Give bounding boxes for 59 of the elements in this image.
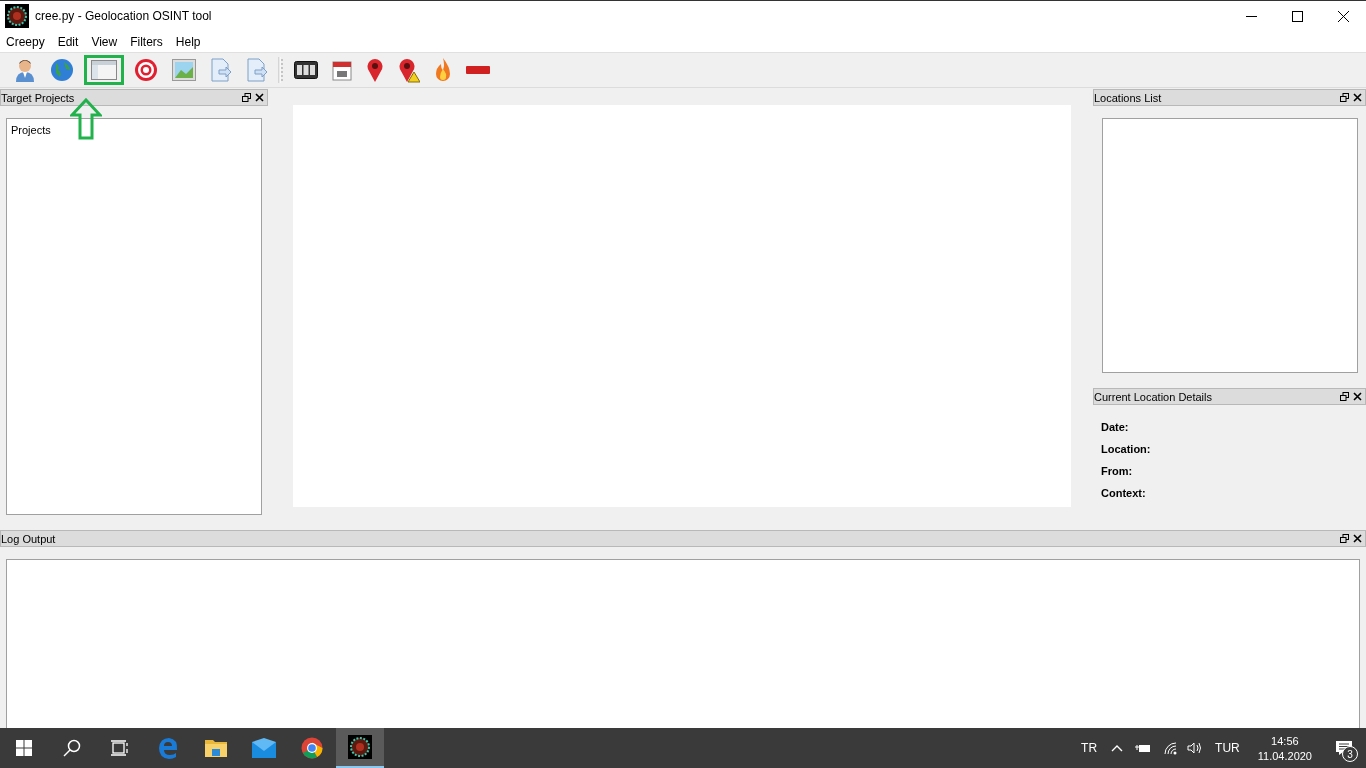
float-icon[interactable] <box>1340 534 1349 543</box>
chrome-icon <box>301 737 323 759</box>
minimize-icon <box>1245 15 1257 17</box>
float-icon[interactable] <box>242 93 251 102</box>
map-pin-warning-icon <box>398 57 420 83</box>
close-icon[interactable] <box>1353 534 1362 543</box>
folder-icon <box>204 738 228 758</box>
close-icon[interactable] <box>1353 392 1362 401</box>
detail-label: Date: <box>1101 421 1130 433</box>
document-arrow-icon <box>246 58 268 82</box>
app-logo-icon <box>5 4 29 28</box>
volume-icon[interactable] <box>1187 741 1204 755</box>
menu-item[interactable]: Filters <box>124 34 170 49</box>
document-arrow-icon <box>210 58 232 82</box>
float-icon[interactable] <box>1340 93 1349 102</box>
menu-item[interactable]: Creepy <box>0 34 52 49</box>
dock-title: Locations List <box>1094 91 1163 104</box>
battery-icon[interactable] <box>1135 743 1152 753</box>
menu-item[interactable]: Help <box>169 34 208 49</box>
tree-item[interactable]: Projects <box>7 119 55 141</box>
wifi-icon[interactable] <box>1163 741 1178 755</box>
dock-title: Log Output <box>1 532 57 545</box>
clock[interactable]: 14:56 11.04.2020 <box>1247 734 1322 762</box>
close-icon <box>1337 10 1349 22</box>
remove-icon <box>466 66 490 74</box>
calendar-icon <box>332 59 352 81</box>
dock-title: Target Projects <box>1 91 76 104</box>
browser-e-icon <box>157 737 179 759</box>
window-icon <box>91 60 117 80</box>
close-icon[interactable] <box>1353 93 1362 102</box>
caret-up-icon[interactable] <box>1111 744 1124 752</box>
person-icon <box>14 58 36 82</box>
windows-logo-icon <box>16 740 32 756</box>
window-title: cree.py - Geolocation OSINT tool <box>35 9 212 23</box>
target-icon <box>134 58 158 82</box>
highlighted-toolbar-button[interactable] <box>84 55 124 85</box>
toolbar-separator <box>278 57 284 83</box>
counter-icon <box>294 61 318 79</box>
float-icon[interactable] <box>1340 392 1349 401</box>
app-logo-icon <box>348 735 372 759</box>
detail-label: From: <box>1101 465 1134 477</box>
menu-item[interactable]: Edit <box>51 34 86 49</box>
menu-item[interactable]: View <box>85 34 125 49</box>
image-icon <box>172 59 196 81</box>
task-view-icon <box>111 740 129 756</box>
search-icon <box>63 739 81 757</box>
detail-label: Location: <box>1101 443 1152 455</box>
mail-icon <box>251 738 277 758</box>
input-indicator[interactable]: TR <box>1073 741 1106 755</box>
language-indicator[interactable]: TUR <box>1207 741 1248 755</box>
map-pin-icon <box>366 57 384 83</box>
flame-icon <box>434 57 452 83</box>
detail-label: Context: <box>1101 487 1147 499</box>
maximize-icon <box>1291 10 1303 22</box>
dock-title: Current Location Details <box>1094 390 1213 403</box>
taskbar-app-button[interactable] <box>336 728 384 768</box>
notification-button[interactable]: 3 <box>1322 728 1366 768</box>
globe-icon <box>50 58 74 82</box>
close-icon[interactable] <box>255 93 264 102</box>
